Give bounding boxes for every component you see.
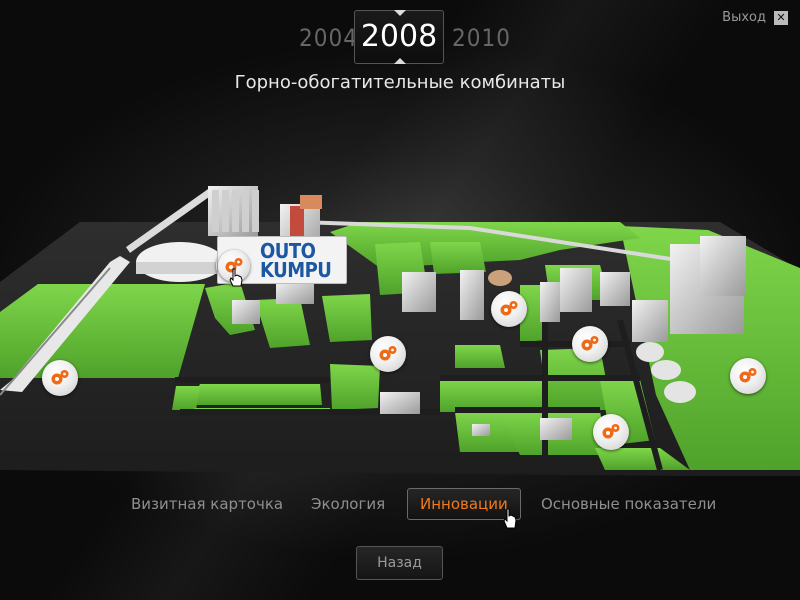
gears-icon (579, 334, 601, 354)
innovation-marker[interactable] (370, 336, 406, 372)
hand-cursor-icon (229, 268, 243, 287)
gears-icon (498, 299, 520, 319)
year-down-arrow-icon[interactable] (394, 58, 406, 64)
year-prev[interactable]: 2004 (299, 24, 358, 52)
innovation-marker[interactable] (491, 291, 527, 327)
year-up-arrow-icon[interactable] (394, 10, 406, 16)
exit-label: Выход (722, 10, 766, 25)
outokumpu-logo: OUTO KUMPU (260, 239, 332, 282)
back-button[interactable]: Назад (356, 546, 443, 580)
nav-item-ecology[interactable]: Экология (311, 495, 385, 513)
nav-item-business-card[interactable]: Визитная карточка (131, 495, 283, 513)
innovation-marker[interactable] (42, 360, 78, 396)
silos (208, 186, 259, 236)
gears-icon (377, 344, 399, 364)
year-current: 2008 (360, 19, 438, 54)
exit-button[interactable]: Выход ✕ (722, 10, 788, 25)
innovation-marker[interactable] (572, 326, 608, 362)
bottom-nav: Визитная карточка Экология Инновации Осн… (0, 486, 800, 522)
innovation-marker[interactable] (730, 358, 766, 394)
innovation-marker[interactable] (593, 414, 629, 450)
gears-icon (737, 366, 759, 386)
gears-icon (600, 422, 622, 442)
close-icon: ✕ (774, 10, 788, 25)
gears-icon (49, 368, 71, 388)
year-next[interactable]: 2010 (452, 24, 511, 52)
hand-cursor-icon (503, 508, 517, 529)
page-title: Горно-обогатительные комбинаты (234, 72, 566, 93)
nav-item-key-indicators[interactable]: Основные показатели (541, 495, 716, 513)
